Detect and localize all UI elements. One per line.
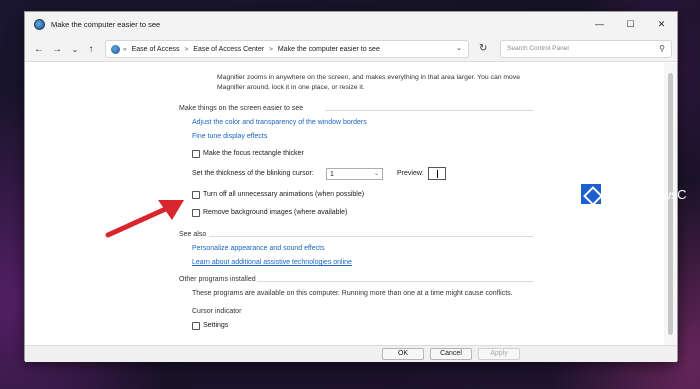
title-bar: Make the computer easier to see — ☐ ✕ — [25, 12, 677, 36]
intro-line: Magnifier around, lock it in one place, … — [217, 83, 365, 91]
cursor-thickness-value: 1 — [330, 170, 334, 178]
up-arrow-icon[interactable]: ↑ — [84, 41, 98, 57]
breadcrumb-ease-of-access[interactable]: Ease of Access — [132, 46, 180, 53]
dialog-button-bar: OK Cancel Apply — [25, 345, 677, 362]
magnifier-description: Magnifier zooms in anywhere on the scree… — [217, 73, 520, 92]
cursor-thickness-select[interactable]: 1 ⌄ — [326, 168, 383, 180]
link-window-border-colors[interactable]: Adjust the color and transparency of the… — [192, 119, 367, 126]
watermark-logo-icon — [581, 184, 601, 204]
focus-rectangle-label: Make the focus rectangle thicker — [203, 150, 304, 157]
forward-arrow-icon[interactable]: → — [50, 41, 64, 57]
control-panel-icon — [111, 44, 120, 54]
apply-button[interactable]: Apply — [478, 348, 520, 360]
link-personalize-appearance[interactable]: Personalize appearance and sound effects — [192, 245, 325, 252]
intro-line: Magnifier zooms in anywhere on the scree… — [217, 74, 521, 81]
preview-label: Preview: — [397, 170, 424, 177]
settings-checkbox[interactable] — [192, 322, 200, 330]
control-panel-icon — [34, 18, 45, 30]
vertical-scrollbar[interactable] — [664, 63, 677, 345]
minimize-button[interactable]: — — [584, 12, 615, 36]
annotation-arrow — [105, 200, 184, 238]
background-images-checkbox[interactable] — [192, 209, 200, 217]
section-divider — [209, 236, 533, 237]
focus-rectangle-checkbox[interactable] — [192, 150, 200, 158]
window-title: Make the computer easier to see — [51, 19, 161, 29]
close-button[interactable]: ✕ — [646, 12, 677, 36]
animations-label: Turn off all unnecessary animations (whe… — [203, 191, 365, 198]
section-divider — [325, 110, 533, 111]
cursor-preview-box — [428, 167, 446, 180]
section-title-other-programs: Other programs installed — [179, 276, 256, 283]
search-input[interactable]: Search Control Panel ⚲ — [500, 40, 672, 58]
breadcrumb-separator-icon: > — [184, 45, 189, 53]
chevron-down-icon[interactable]: ⌄ — [456, 44, 462, 52]
section-title-easier-to-see: Make things on the screen easier to see — [179, 105, 304, 112]
background-images-label: Remove background images (where availabl… — [203, 209, 348, 216]
scrollbar-thumb[interactable] — [668, 73, 673, 335]
watermark: TheWindowsC — [581, 184, 687, 204]
control-panel-window: Make the computer easier to see — ☐ ✕ ← … — [24, 11, 678, 362]
cursor-thickness-label: Set the thickness of the blinking cursor… — [192, 170, 314, 177]
maximize-button[interactable]: ☐ — [615, 12, 646, 36]
window-controls: — ☐ ✕ — [584, 12, 677, 36]
link-fine-tune-display[interactable]: Fine tune display effects — [192, 133, 267, 140]
settings-label: Settings — [203, 322, 229, 329]
back-arrow-icon[interactable]: ← — [32, 41, 46, 57]
recent-locations-icon[interactable]: ⌄ — [68, 41, 82, 57]
watermark-text: TheWindowsC — [604, 186, 687, 202]
breadcrumb-separator-icon: > — [269, 45, 273, 53]
cursor-indicator-heading: Cursor indicator — [192, 308, 242, 315]
ok-button[interactable]: OK — [382, 348, 424, 360]
address-bar[interactable]: « Ease of Access > Ease of Access Center… — [105, 40, 469, 58]
chevron-down-icon: ⌄ — [373, 171, 379, 177]
refresh-icon[interactable]: ↻ — [479, 43, 487, 54]
section-divider — [257, 281, 533, 282]
cancel-button[interactable]: Cancel — [430, 348, 472, 360]
other-programs-description: These programs are available on this com… — [192, 290, 513, 297]
text-cursor-icon — [437, 170, 438, 178]
search-placeholder: Search Control Panel — [507, 45, 569, 52]
breadcrumb-current-page[interactable]: Make the computer easier to see — [278, 46, 380, 53]
annotation-arrow-shaft — [105, 204, 173, 238]
animations-checkbox[interactable] — [192, 191, 200, 199]
search-icon[interactable]: ⚲ — [659, 44, 665, 53]
breadcrumb-ease-of-access-center[interactable]: Ease of Access Center — [193, 46, 264, 53]
navigation-toolbar: ← → ⌄ ↑ « Ease of Access > Ease of Acces… — [25, 36, 677, 62]
breadcrumb-overflow-icon[interactable]: « — [123, 46, 127, 53]
link-assistive-technologies[interactable]: Learn about additional assistive technol… — [192, 259, 352, 266]
